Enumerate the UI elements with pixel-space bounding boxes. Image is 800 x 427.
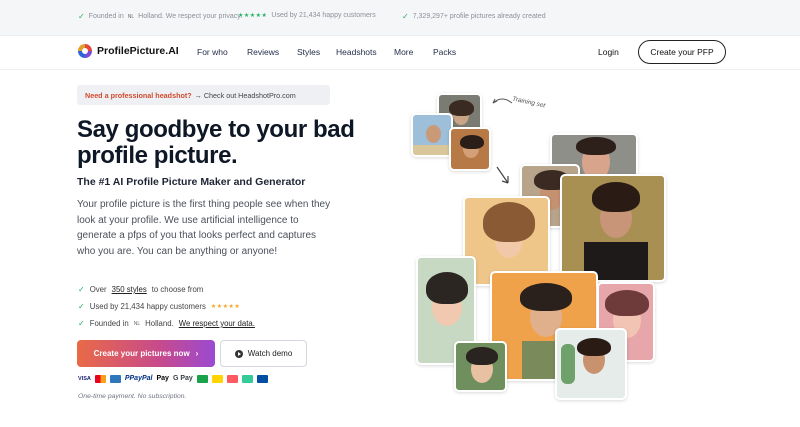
check-icon: ✓ bbox=[78, 302, 85, 311]
check-icon: ✓ bbox=[78, 285, 85, 294]
check-icon: ✓ bbox=[78, 12, 85, 21]
nl-flag-icon: NL bbox=[133, 320, 141, 327]
nav-styles[interactable]: Styles bbox=[297, 47, 320, 57]
bullet-text: to choose from bbox=[151, 285, 204, 294]
nl-flag-icon: NL bbox=[127, 13, 135, 20]
logo[interactable]: ProfilePicture.AI bbox=[78, 44, 179, 58]
rating-stars-icon: ★★★★★ bbox=[210, 304, 241, 310]
hero-description: Your profile picture is the first thing … bbox=[77, 199, 331, 257]
feature-bullets: ✓ Over 350 styles to choose from ✓ Used … bbox=[78, 281, 255, 332]
sofort-icon bbox=[241, 374, 253, 383]
hero-subtitle: The #1 AI Profile Picture Maker and Gene… bbox=[77, 176, 306, 188]
play-icon bbox=[234, 349, 243, 358]
bancontact-icon bbox=[211, 374, 223, 383]
payment-fineprint: One-time payment. No subscription. bbox=[78, 393, 187, 400]
arrow-down-icon bbox=[496, 166, 509, 184]
button-label: Create your pictures now bbox=[93, 349, 190, 358]
logo-icon bbox=[78, 44, 92, 58]
payment-methods: VISA P PayPal Pay G Pay bbox=[78, 374, 268, 383]
nav-reviews[interactable]: Reviews bbox=[247, 47, 279, 57]
founded-country: Holland. We respect your privacy. bbox=[138, 13, 243, 20]
main-nav: ProfilePicture.AI For who Reviews Styles… bbox=[0, 37, 800, 69]
curved-arrow-icon bbox=[492, 98, 513, 104]
amex-icon bbox=[109, 374, 121, 383]
apple-pay-text: Pay bbox=[156, 375, 169, 382]
training-set-label: Training set bbox=[511, 95, 546, 110]
bullet-text: Used by 21,434 happy customers bbox=[89, 302, 206, 311]
hero-title: Say goodbye to your bad profile picture. bbox=[77, 116, 355, 169]
privacy-link[interactable]: We respect your data. bbox=[179, 319, 255, 328]
bullet-text: Over bbox=[89, 285, 107, 294]
styles-link[interactable]: 350 styles bbox=[112, 285, 147, 294]
p24-icon bbox=[256, 374, 268, 383]
nav-divider bbox=[0, 69, 800, 70]
google-pay-icon: G Pay bbox=[172, 375, 193, 382]
apple-pay-icon: Pay bbox=[156, 374, 168, 383]
bullet-customers: ✓ Used by 21,434 happy customers ★★★★★ bbox=[78, 298, 255, 315]
create-pictures-button[interactable]: Create your pictures now › bbox=[77, 340, 215, 367]
promo-link[interactable]: → Check out HeadshotPro.com bbox=[195, 91, 296, 100]
button-label: Watch demo bbox=[247, 349, 293, 358]
check-icon: ✓ bbox=[78, 319, 85, 328]
ideal-icon bbox=[196, 374, 208, 383]
logo-text: ProfilePicture.AI bbox=[97, 45, 179, 57]
training-photo bbox=[411, 113, 453, 157]
generated-photo bbox=[560, 174, 666, 282]
watch-demo-button[interactable]: Watch demo bbox=[220, 340, 307, 367]
nav-for-who[interactable]: For who bbox=[197, 47, 228, 57]
nav-headshots[interactable]: Headshots bbox=[336, 47, 377, 57]
trust-bar: ✓ Founded in NL Holland. We respect your… bbox=[0, 0, 800, 36]
nav-packs[interactable]: Packs bbox=[433, 47, 456, 57]
trust-customers: ★★★★★ Used by 21,434 happy customers bbox=[238, 12, 376, 19]
check-icon: ✓ bbox=[402, 12, 409, 21]
bullet-styles: ✓ Over 350 styles to choose from bbox=[78, 281, 255, 298]
training-photo bbox=[449, 127, 491, 171]
trust-founded: ✓ Founded in NL Holland. We respect your… bbox=[78, 12, 242, 21]
created-text: 7,329,297+ profile pictures already crea… bbox=[412, 13, 546, 20]
bullet-founded: ✓ Founded in NL Holland. We respect your… bbox=[78, 315, 255, 332]
generated-photo bbox=[454, 341, 507, 392]
nav-more[interactable]: More bbox=[394, 47, 413, 57]
customers-text: Used by 21,434 happy customers bbox=[271, 12, 376, 19]
trust-created: ✓ 7,329,297+ profile pictures already cr… bbox=[402, 12, 546, 21]
bullet-text: Holland. bbox=[145, 319, 174, 328]
generated-photo bbox=[555, 328, 627, 400]
promo-question: Need a professional headshot? bbox=[85, 90, 192, 100]
mastercard-icon bbox=[94, 374, 106, 383]
klarna-icon bbox=[226, 374, 238, 383]
create-pfp-button[interactable]: Create your PFP bbox=[638, 40, 726, 64]
login-link[interactable]: Login bbox=[598, 47, 619, 57]
headshot-promo-banner[interactable]: Need a professional headshot? → Check ou… bbox=[77, 85, 330, 105]
paypal-text: PayPal bbox=[129, 375, 153, 382]
chevron-right-icon: › bbox=[195, 349, 199, 358]
founded-text: Founded in bbox=[88, 13, 124, 20]
paypal-icon: P PayPal bbox=[124, 375, 153, 382]
visa-icon: VISA bbox=[78, 375, 91, 382]
rating-stars-icon: ★★★★★ bbox=[238, 13, 268, 19]
bullet-text: Founded in bbox=[89, 319, 129, 328]
